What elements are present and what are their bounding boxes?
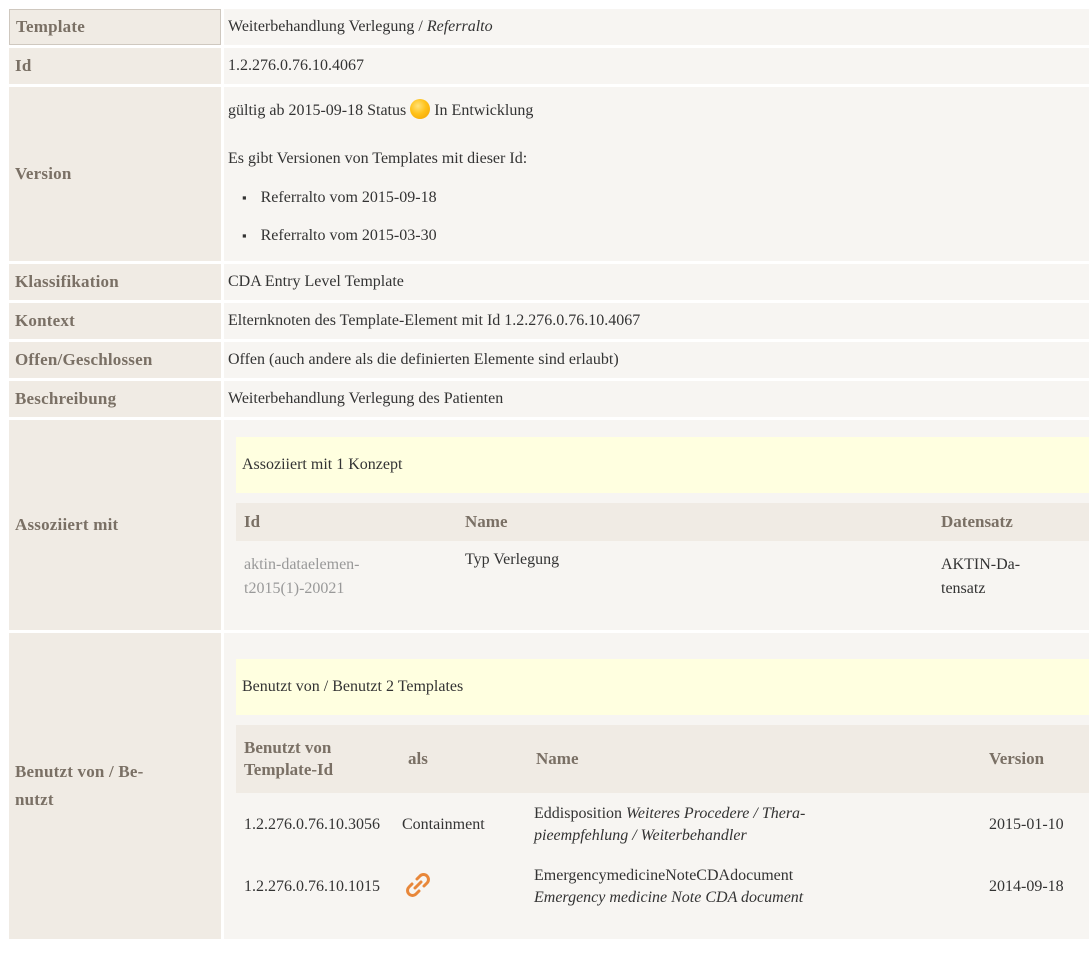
value-description: Weiterbehandlung Verlegung des Patienten [224, 381, 1089, 417]
used-by-as-cell [400, 857, 528, 917]
used-by-as: Containment [402, 816, 485, 833]
row-template: Template Weiterbehandlung Verlegung / Re… [9, 9, 1089, 45]
label-used-by: Benutzt von / Be- nutzt [9, 633, 221, 939]
col-header-name: Name [457, 503, 933, 541]
versions-list: Referralto vom 2015-09-18 Referralto vom… [228, 179, 1085, 255]
value-associated: Assoziiert mit 1 Konzept Id Name Datensa… [224, 420, 1089, 630]
template-alias: Referralto [426, 18, 493, 35]
used-by-label-line1: Benutzt von / Be- [15, 762, 144, 781]
used-by-version: 2014-09-18 [989, 878, 1064, 895]
table-row: 1.2.276.0.76.10.1015 EmergencymedicineNo… [236, 857, 1089, 917]
col-header-name: Name [528, 725, 981, 793]
concept-id-line2: t2015(1)-20021 [244, 580, 345, 597]
concept-dataset-line1: AKTIN-Da- [941, 556, 1021, 573]
version-list-item[interactable]: Referralto vom 2015-09-18 [242, 179, 1085, 217]
versions-intro: Es gibt Versionen von Templates mit dies… [228, 150, 528, 167]
label-template: Template [9, 9, 221, 45]
used-by-alias-line2: pieempfehlung / Weiterbehandler [534, 827, 747, 844]
row-associated: Assoziiert mit Assoziiert mit 1 Konzept … [9, 420, 1089, 630]
col-header-version: Version [981, 725, 1089, 793]
col-header-id: Id [236, 503, 457, 541]
template-separator: / [418, 18, 423, 35]
template-name: Weiterbehandlung Verlegung [228, 18, 415, 35]
table-row: 1.2.276.0.76.10.3056 Containment Eddispo… [236, 793, 1089, 857]
table-row: aktin-dataelemen- t2015(1)-20021 Typ Ver… [236, 541, 1089, 613]
row-version: Version gültig ab 2015-09-18 Status In En… [9, 87, 1089, 261]
associated-concepts-table: Id Name Datensatz aktin-dataelemen- t201… [236, 503, 1089, 613]
row-description: Beschreibung Weiterbehandlung Verlegung … [9, 381, 1089, 417]
used-by-banner: Benutzt von / Benutzt 2 Templates [236, 659, 1089, 715]
value-context: Elternknoten des Template-Element mit Id… [224, 303, 1089, 339]
used-by-template-id[interactable]: 1.2.276.0.76.10.1015 [236, 857, 400, 917]
used-by-name: EmergencymedicineNoteCDAdocument [534, 867, 794, 884]
value-version: gültig ab 2015-09-18 Status In Entwicklun… [224, 87, 1089, 261]
used-by-version: 2015-01-10 [989, 816, 1064, 833]
value-used-by: Benutzt von / Benutzt 2 Templates Benutz… [224, 633, 1089, 939]
label-description: Beschreibung [9, 381, 221, 417]
concept-dataset-cell: AKTIN-Da- tensatz [933, 541, 1089, 613]
status-dot-icon [410, 99, 431, 120]
value-id: 1.2.276.0.76.10.4067 [224, 48, 1089, 84]
row-context: Kontext Elternknoten des Template-Elemen… [9, 303, 1089, 339]
label-classification: Klassifikation [9, 264, 221, 300]
used-by-alias-line1: Emergency medicine Note CDA document [534, 889, 804, 906]
row-open-closed: Offen/Geschlossen Offen (auch andere als… [9, 342, 1089, 378]
version-list-item[interactable]: Referralto vom 2015-03-30 [242, 217, 1085, 255]
label-associated: Assoziiert mit [9, 420, 221, 630]
used-by-templates-table: Benutzt von Template-Id als Name Version… [236, 725, 1089, 917]
used-by-name-cell: Eddisposition Weiteres Procedere / Thera… [528, 793, 981, 857]
row-classification: Klassifikation CDA Entry Level Template [9, 264, 1089, 300]
value-open-closed: Offen (auch andere als die definierten E… [224, 342, 1089, 378]
concept-id-line1: aktin-dataelemen- [244, 556, 360, 573]
label-version: Version [9, 87, 221, 261]
status-text: In Entwicklung [434, 102, 534, 119]
used-by-name-cell: EmergencymedicineNoteCDAdocument Emergen… [528, 857, 981, 917]
chain-link-icon[interactable] [406, 872, 430, 902]
col-header-dataset: Datensatz [933, 503, 1089, 541]
concept-name-cell: Typ Verlegung [465, 551, 560, 568]
used-by-label-line2: nutzt [15, 790, 54, 809]
row-used-by: Benutzt von / Be- nutzt Benutzt von / Be… [9, 633, 1089, 939]
used-by-header-row: Benutzt von Template-Id als Name Version [236, 725, 1089, 793]
value-classification: CDA Entry Level Template [224, 264, 1089, 300]
label-id: Id [9, 48, 221, 84]
col-header-as: als [400, 725, 528, 793]
row-id: Id 1.2.276.0.76.10.4067 [9, 48, 1089, 84]
value-template: Weiterbehandlung Verlegung / Referralto [224, 9, 1089, 45]
used-by-name: Eddisposition [534, 805, 623, 822]
valid-from-text: gültig ab 2015-09-18 Status [228, 102, 407, 119]
label-context: Kontext [9, 303, 221, 339]
template-details-table: Template Weiterbehandlung Verlegung / Re… [6, 6, 1092, 942]
col-header-template-id-line1: Benutzt von [244, 738, 332, 757]
associated-header-row: Id Name Datensatz [236, 503, 1089, 541]
concept-dataset-line2: tensatz [941, 580, 986, 597]
used-by-alias-line1: Weiteres Procedere / Thera- [626, 805, 806, 822]
col-header-template-id-line2: Template-Id [244, 760, 334, 779]
concept-id-cell[interactable]: aktin-dataelemen- t2015(1)-20021 [236, 541, 457, 613]
associated-banner: Assoziiert mit 1 Konzept [236, 437, 1089, 493]
version-status-line: gültig ab 2015-09-18 Status In Entwicklun… [228, 91, 1085, 131]
used-by-template-id[interactable]: 1.2.276.0.76.10.3056 [236, 793, 400, 857]
col-header-template-id: Benutzt von Template-Id [236, 725, 400, 793]
label-open-closed: Offen/Geschlossen [9, 342, 221, 378]
